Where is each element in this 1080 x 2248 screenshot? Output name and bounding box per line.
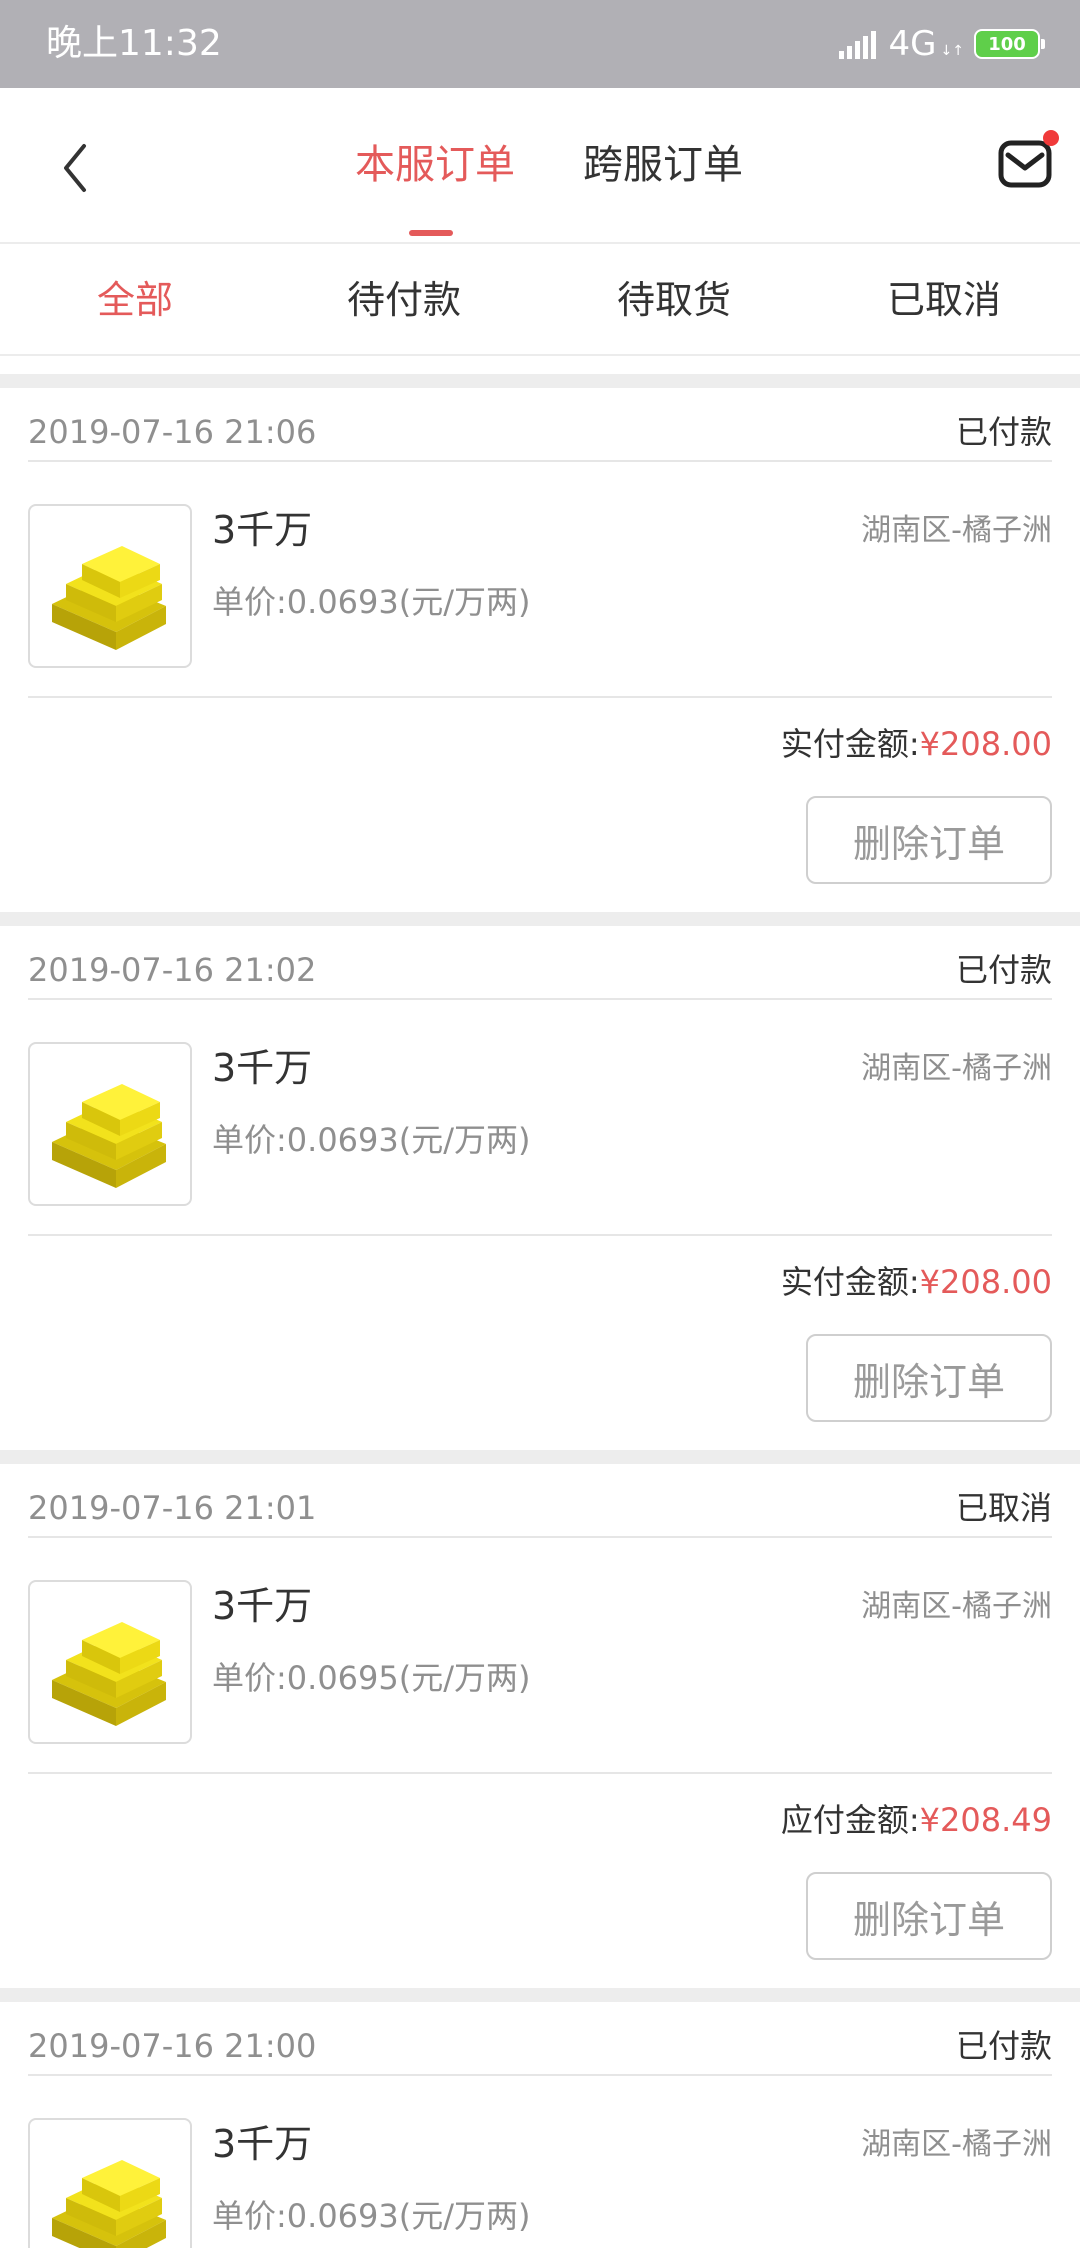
signal-icon <box>838 29 879 59</box>
network-activity-icon: ↓↑ <box>940 43 964 59</box>
divider <box>28 998 1052 1000</box>
amount-label: 实付金额: <box>780 1263 920 1301</box>
order-amount: 实付金额:¥208.00 <box>781 1260 1052 1304</box>
filter-cancelled[interactable]: 已取消 <box>887 274 1001 326</box>
battery-level: 100 <box>988 33 1026 55</box>
divider <box>28 460 1052 462</box>
section-gap <box>0 912 1080 926</box>
section-gap <box>0 1450 1080 1464</box>
status-indicators: 4G ↓↑ 100 <box>838 24 1045 64</box>
gold-bars-icon <box>52 1084 166 1188</box>
network-label: 4G <box>888 24 937 64</box>
tab-cross-server-orders[interactable]: 跨服订单 <box>583 138 743 192</box>
order-status: 已付款 <box>955 413 1052 451</box>
order-date: 2019-07-16 21:00 <box>28 2027 317 2065</box>
nav-bar: 本服订单 跨服订单 <box>0 88 1080 244</box>
status-time: 晚上11:32 <box>46 23 222 64</box>
product-name: 3千万 <box>212 508 313 552</box>
amount-label: 实付金额: <box>780 725 920 763</box>
order-amount: 实付金额:¥208.00 <box>781 722 1052 766</box>
order-card[interactable]: 2019-07-16 21:02 已付款 3千万 湖南区-橘子洲 单价:0.06… <box>0 926 1080 1450</box>
amount-value: ¥208.49 <box>919 1801 1052 1839</box>
gold-bars-thumbnail <box>28 2118 192 2248</box>
unit-price: 单价:0.0693(元/万两) <box>212 1121 531 1159</box>
amount-value: ¥208.00 <box>919 725 1052 763</box>
divider <box>28 1772 1052 1774</box>
product-region: 湖南区-橘子洲 <box>861 2127 1052 2162</box>
filter-pending-payment[interactable]: 待付款 <box>347 274 461 326</box>
order-card[interactable]: 2019-07-16 21:06 已付款 3千万 湖南区-橘子洲 单价:0.06… <box>0 388 1080 912</box>
gold-bars-thumbnail <box>28 504 192 668</box>
status-bar: 晚上11:32 4G ↓↑ 100 <box>0 0 1080 88</box>
gold-bars-icon <box>52 546 166 650</box>
divider <box>28 1234 1052 1236</box>
filter-bar: 全部 待付款 待取货 已取消 <box>0 246 1080 356</box>
order-status: 已付款 <box>955 951 1052 989</box>
gold-bars-icon <box>52 1622 166 1726</box>
product-name: 3千万 <box>212 1046 313 1090</box>
battery-icon: 100 <box>974 29 1045 59</box>
divider <box>28 696 1052 698</box>
order-status: 已取消 <box>955 1489 1052 1527</box>
order-date: 2019-07-16 21:01 <box>28 1489 317 1527</box>
divider <box>28 2074 1052 2076</box>
order-date: 2019-07-16 21:06 <box>28 413 317 451</box>
delete-order-button[interactable]: 删除订单 <box>806 796 1052 884</box>
product-name: 3千万 <box>212 2122 313 2166</box>
unit-price: 单价:0.0693(元/万两) <box>212 583 531 621</box>
product-region: 湖南区-橘子洲 <box>861 1589 1052 1624</box>
order-date: 2019-07-16 21:02 <box>28 951 317 989</box>
unit-price: 单价:0.0693(元/万两) <box>212 2197 531 2235</box>
section-gap <box>0 374 1080 388</box>
section-gap <box>0 1988 1080 2002</box>
active-tab-indicator <box>409 230 453 236</box>
filter-pending-pickup[interactable]: 待取货 <box>617 274 731 326</box>
divider <box>28 1536 1052 1538</box>
order-card[interactable]: 2019-07-16 21:00 已付款 3千万 湖南区-橘子洲 单价:0.06… <box>0 2002 1080 2248</box>
tab-local-orders[interactable]: 本服订单 <box>355 138 515 192</box>
unit-price: 单价:0.0695(元/万两) <box>212 1659 531 1697</box>
order-card[interactable]: 2019-07-16 21:01 已取消 3千万 湖南区-橘子洲 单价:0.06… <box>0 1464 1080 1988</box>
order-status: 已付款 <box>955 2027 1052 2065</box>
gold-bars-icon <box>52 2160 166 2248</box>
gold-bars-thumbnail <box>28 1042 192 1206</box>
mail-icon[interactable] <box>998 140 1052 188</box>
notification-dot <box>1043 130 1059 146</box>
product-name: 3千万 <box>212 1584 313 1628</box>
order-amount: 应付金额:¥208.49 <box>781 1798 1052 1842</box>
delete-order-button[interactable]: 删除订单 <box>806 1334 1052 1422</box>
filter-all[interactable]: 全部 <box>97 274 173 326</box>
amount-label: 应付金额: <box>780 1801 920 1839</box>
delete-order-button[interactable]: 删除订单 <box>806 1872 1052 1960</box>
chevron-left-icon[interactable] <box>52 138 100 198</box>
gold-bars-thumbnail <box>28 1580 192 1744</box>
product-region: 湖南区-橘子洲 <box>861 513 1052 548</box>
product-region: 湖南区-橘子洲 <box>861 1051 1052 1086</box>
amount-value: ¥208.00 <box>919 1263 1052 1301</box>
